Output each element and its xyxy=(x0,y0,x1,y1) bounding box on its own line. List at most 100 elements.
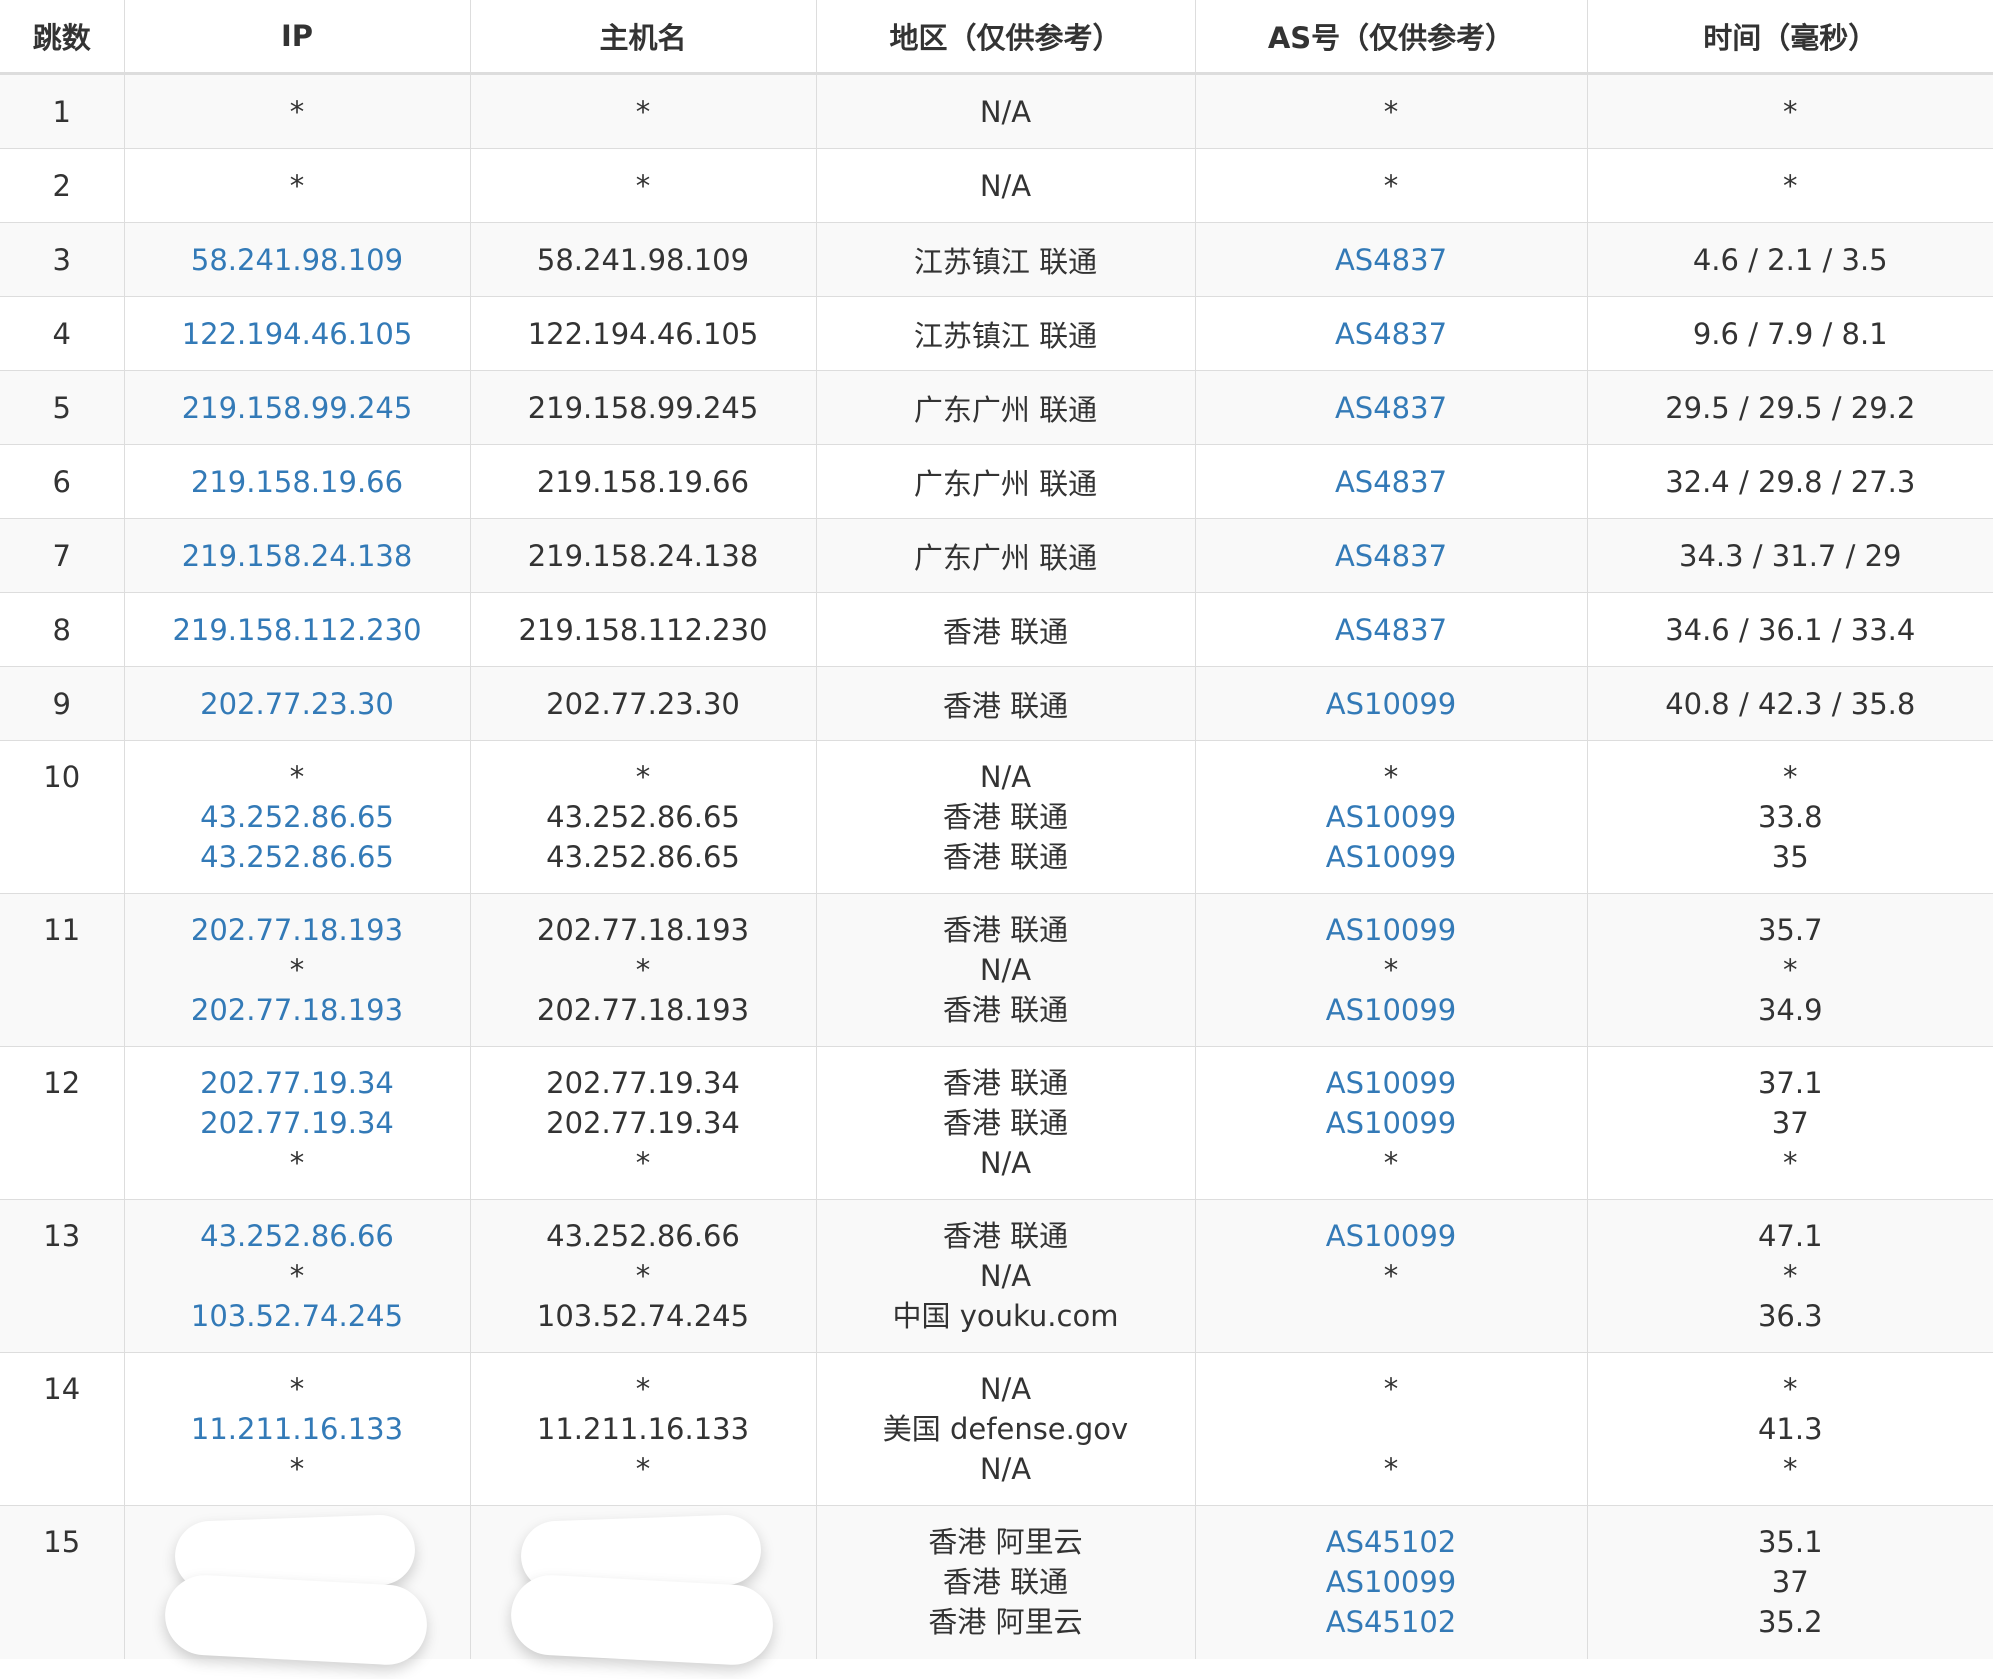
region-value: N/A xyxy=(979,1259,1032,1293)
as-value: * xyxy=(1383,1259,1399,1293)
time-value: 35.7 xyxy=(1757,913,1823,947)
as-value-link[interactable]: AS10099 xyxy=(1196,1562,1587,1602)
as-value-link[interactable]: AS10099 xyxy=(1196,797,1587,837)
cell-host: 219.158.19.66 xyxy=(470,444,817,519)
cell-ip: 219.158.112.230 xyxy=(124,592,471,667)
ip-value-link[interactable]: 202.77.19.34 xyxy=(125,1063,470,1103)
cell-as: AS10099 xyxy=(1195,666,1588,741)
ip-value-link[interactable]: 202.77.18.193 xyxy=(125,990,470,1030)
region-value: N/A xyxy=(979,1452,1032,1486)
as-value-link[interactable]: AS4837 xyxy=(1196,613,1587,647)
cell-host: 219.158.99.245 xyxy=(470,370,817,445)
hop-number: 6 xyxy=(52,464,71,499)
ip-value-link[interactable]: 43.252.86.65 xyxy=(125,797,470,837)
host-value: 219.158.19.66 xyxy=(536,464,750,499)
time-value: 29.5 / 29.5 / 29.2 xyxy=(1665,390,1916,425)
as-value-link[interactable]: AS45102 xyxy=(1196,1522,1587,1562)
cell-hop: 9 xyxy=(0,666,125,741)
region-value: N/A xyxy=(979,94,1032,129)
cell-hop: 8 xyxy=(0,592,125,667)
as-value-link[interactable]: AS4837 xyxy=(1196,317,1587,351)
region-value: 香港 阿里云 xyxy=(928,1605,1083,1639)
host-value: * xyxy=(635,94,651,129)
ip-value-link[interactable]: 43.252.86.65 xyxy=(125,837,470,877)
host-value: 103.52.74.245 xyxy=(536,1299,750,1333)
time-value: 32.4 / 29.8 / 27.3 xyxy=(1665,464,1916,499)
ip-value-link[interactable]: 103.52.74.245 xyxy=(125,1296,470,1336)
host-value: * xyxy=(635,1146,651,1180)
as-value-link[interactable]: AS10099 xyxy=(1196,1216,1587,1256)
as-value-link[interactable]: AS10099 xyxy=(1196,990,1587,1030)
cell-as: AS10099 AS10099 * xyxy=(1195,1046,1588,1200)
region-value: N/A xyxy=(979,168,1032,203)
ip-value-link[interactable]: 202.77.19.34 xyxy=(125,1103,470,1143)
redacted-ip xyxy=(125,1513,470,1667)
as-value: * xyxy=(1383,1146,1399,1180)
ip-value-link[interactable]: 219.158.24.138 xyxy=(125,539,470,573)
host-value: 202.77.18.193 xyxy=(536,993,750,1027)
as-value-link[interactable]: AS10099 xyxy=(1196,1063,1587,1103)
ip-value-link[interactable]: 202.77.18.193 xyxy=(125,910,470,950)
time-value: 35.1 xyxy=(1757,1525,1823,1559)
traceroute-table: 跳数 IP 主机名 地区（仅供参考） AS号（仅供参考） 时间（毫秒） 1 * * N… xyxy=(0,0,1993,1667)
cell-hop: 12 xyxy=(0,1046,125,1200)
region-value: 美国 defense.gov xyxy=(882,1412,1129,1446)
host-value: 202.77.19.34 xyxy=(546,1106,740,1140)
cell-region: N/A 香港 联通 香港 联通 xyxy=(816,740,1196,894)
as-value-link[interactable]: AS4837 xyxy=(1196,465,1587,499)
header-time: 时间（毫秒） xyxy=(1587,0,1993,75)
cell-ip: * 43.252.86.65 43.252.86.65 xyxy=(124,740,471,894)
hop-number: 9 xyxy=(52,686,71,721)
cell-as: AS10099 * xyxy=(1195,1199,1588,1353)
ip-value-link[interactable]: 58.241.98.109 xyxy=(125,243,470,277)
ip-value-link[interactable]: 219.158.99.245 xyxy=(125,391,470,425)
ip-value-link[interactable]: 43.252.86.66 xyxy=(125,1216,470,1256)
hop-number: 12 xyxy=(43,1066,81,1100)
region-value: 香港 联通 xyxy=(942,688,1069,723)
as-value-link[interactable]: AS4837 xyxy=(1196,243,1587,277)
ip-value-link[interactable]: 219.158.19.66 xyxy=(125,465,470,499)
as-value-link[interactable]: AS10099 xyxy=(1196,687,1587,721)
table-row: 4 122.194.46.105 122.194.46.105 江苏镇江 联通 AS48… xyxy=(0,296,1993,371)
time-value: 40.8 / 42.3 / 35.8 xyxy=(1665,686,1916,721)
cell-hop: 13 xyxy=(0,1199,125,1353)
cell-region: 香港 联通 N/A 中国 youku.com xyxy=(816,1199,1196,1353)
cell-time: 37.1 37 * xyxy=(1587,1046,1993,1200)
as-value-link[interactable]: AS10099 xyxy=(1196,910,1587,950)
cell-hop: 15 xyxy=(0,1505,125,1659)
host-value: 202.77.19.34 xyxy=(546,1066,740,1100)
time-value: * xyxy=(1783,760,1798,794)
as-value-link[interactable]: AS4837 xyxy=(1196,391,1587,425)
cell-as: * xyxy=(1195,148,1588,223)
ip-value-link[interactable]: 219.158.112.230 xyxy=(125,613,470,647)
region-value: 香港 联通 xyxy=(942,800,1069,834)
host-value: 58.241.98.109 xyxy=(536,242,750,277)
as-value-link[interactable]: AS4837 xyxy=(1196,539,1587,573)
cell-host: 202.77.18.193 * 202.77.18.193 xyxy=(470,893,817,1047)
ip-value-link[interactable]: 202.77.23.30 xyxy=(125,687,470,721)
hop-number: 8 xyxy=(52,612,71,647)
time-value: * xyxy=(1783,1452,1798,1486)
time-value: * xyxy=(1783,1146,1798,1180)
as-value: * xyxy=(1383,760,1399,794)
table-row: 5 219.158.99.245 219.158.99.245 广东广州 联通 AS48… xyxy=(0,370,1993,445)
ip-value-link[interactable]: 11.211.16.133 xyxy=(125,1409,470,1449)
cell-region: 广东广州 联通 xyxy=(816,370,1196,445)
as-value-link[interactable]: AS10099 xyxy=(1196,837,1587,877)
cell-host: 202.77.23.30 xyxy=(470,666,817,741)
ip-value-link[interactable]: 122.194.46.105 xyxy=(125,317,470,351)
redacted-host xyxy=(471,1513,816,1667)
as-value-link[interactable]: AS45102 xyxy=(1196,1602,1587,1642)
as-value-link[interactable]: AS10099 xyxy=(1196,1103,1587,1143)
cell-as: * xyxy=(1195,73,1588,149)
table-row: 2 * * N/A * * xyxy=(0,148,1993,223)
cell-host: 219.158.24.138 xyxy=(470,518,817,593)
cell-region: N/A xyxy=(816,73,1196,149)
header-ip: IP xyxy=(124,0,471,75)
cell-time: 34.6 / 36.1 / 33.4 xyxy=(1587,592,1993,667)
time-value: * xyxy=(1783,168,1798,203)
as-value xyxy=(1196,1296,1587,1336)
cell-host: 219.158.112.230 xyxy=(470,592,817,667)
ip-value: * xyxy=(289,953,305,987)
header-region: 地区（仅供参考） xyxy=(816,0,1196,75)
